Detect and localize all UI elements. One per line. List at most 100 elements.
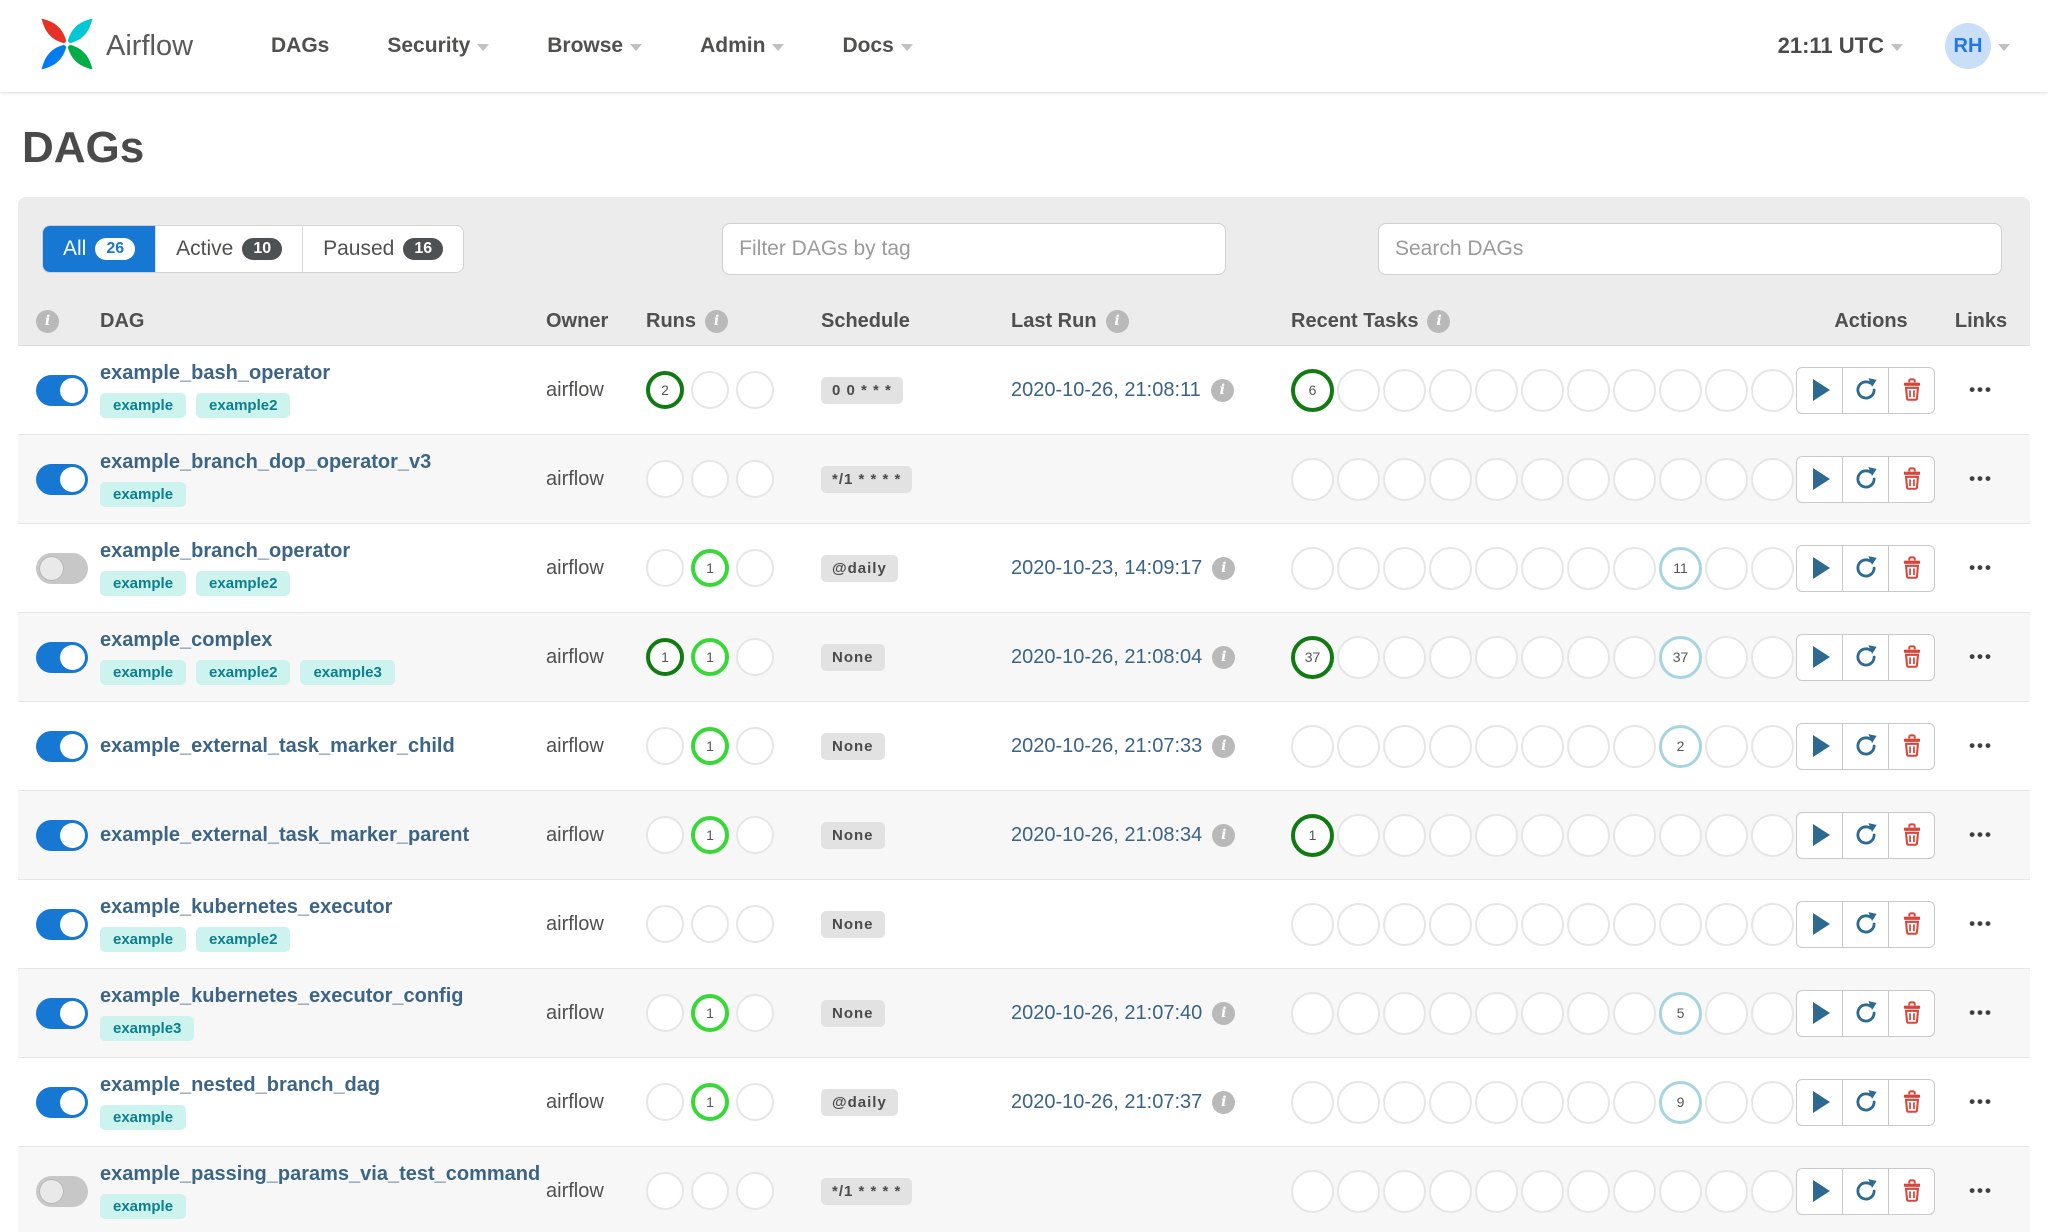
delete-dag-button[interactable] [1888,1078,1935,1126]
refresh-dag-button[interactable] [1842,1167,1889,1215]
pause-toggle[interactable] [36,463,88,495]
tag-filter-input[interactable] [722,223,1227,275]
pause-toggle[interactable] [36,1086,88,1118]
nav-item-browse[interactable]: Browse [547,34,643,58]
task-circle-none[interactable]: 11 [1659,546,1702,590]
links-menu-button[interactable]: ••• [1963,824,1999,846]
dag-tag[interactable]: example [100,1105,187,1130]
delete-dag-button[interactable] [1888,544,1935,592]
dag-tag[interactable]: example [100,571,187,596]
brand[interactable]: Airflow [38,15,193,78]
last-run-link[interactable]: 2020-10-26, 21:07:33 [1011,735,1202,758]
links-menu-button[interactable]: ••• [1963,1002,1999,1024]
run-circle-running[interactable]: 1 [691,1083,729,1121]
delete-dag-button[interactable] [1888,633,1935,681]
dag-link[interactable]: example_kubernetes_executor [100,896,392,918]
task-circle-none[interactable]: 9 [1659,1080,1702,1124]
task-circle-success[interactable]: 6 [1291,368,1334,412]
last-run-link[interactable]: 2020-10-26, 21:07:40 [1011,1002,1202,1025]
links-menu-button[interactable]: ••• [1963,557,1999,579]
delete-dag-button[interactable] [1888,811,1935,859]
dag-link[interactable]: example_external_task_marker_child [100,735,455,757]
dag-tag[interactable]: example [100,1194,187,1219]
refresh-dag-button[interactable] [1842,366,1889,414]
run-circle-running[interactable]: 1 [691,638,729,676]
nav-item-security[interactable]: Security [387,34,490,58]
dag-tag[interactable]: example2 [196,393,291,418]
task-circle-none[interactable]: 5 [1659,991,1702,1035]
last-run-link[interactable]: 2020-10-26, 21:08:04 [1011,646,1202,669]
trigger-dag-button[interactable] [1796,455,1843,503]
last-run-link[interactable]: 2020-10-26, 21:08:34 [1011,824,1202,847]
run-circle-success[interactable]: 1 [646,638,684,676]
dag-link[interactable]: example_passing_params_via_test_command [100,1163,540,1185]
links-menu-button[interactable]: ••• [1963,913,1999,935]
refresh-dag-button[interactable] [1842,811,1889,859]
trigger-dag-button[interactable] [1796,544,1843,592]
nav-item-docs[interactable]: Docs [842,34,913,58]
delete-dag-button[interactable] [1888,1167,1935,1215]
refresh-dag-button[interactable] [1842,633,1889,681]
delete-dag-button[interactable] [1888,989,1935,1037]
links-menu-button[interactable]: ••• [1963,468,1999,490]
tab-paused[interactable]: Paused 16 [302,226,464,272]
pause-toggle[interactable] [36,374,88,406]
trigger-dag-button[interactable] [1796,811,1843,859]
refresh-dag-button[interactable] [1842,544,1889,592]
refresh-dag-button[interactable] [1842,900,1889,948]
task-circle-none[interactable]: 2 [1659,724,1702,768]
trigger-dag-button[interactable] [1796,722,1843,770]
trigger-dag-button[interactable] [1796,366,1843,414]
dag-link[interactable]: example_branch_dop_operator_v3 [100,451,431,473]
dag-link[interactable]: example_bash_operator [100,362,330,384]
links-menu-button[interactable]: ••• [1963,735,1999,757]
nav-item-dags[interactable]: DAGs [271,34,329,58]
delete-dag-button[interactable] [1888,366,1935,414]
avatar[interactable]: RH [1945,23,1991,69]
search-input[interactable] [1378,223,2002,275]
pause-toggle[interactable] [36,908,88,940]
dag-tag[interactable]: example2 [196,927,291,952]
trigger-dag-button[interactable] [1796,900,1843,948]
dag-link[interactable]: example_complex [100,629,272,651]
dag-tag[interactable]: example3 [300,660,395,685]
dag-tag[interactable]: example [100,482,187,507]
task-circle-success[interactable]: 37 [1291,635,1334,679]
refresh-dag-button[interactable] [1842,722,1889,770]
links-menu-button[interactable]: ••• [1963,646,1999,668]
pause-toggle[interactable] [36,819,88,851]
delete-dag-button[interactable] [1888,722,1935,770]
refresh-dag-button[interactable] [1842,455,1889,503]
trigger-dag-button[interactable] [1796,633,1843,681]
run-circle-running[interactable]: 1 [691,994,729,1032]
tab-all[interactable]: All 26 [43,226,156,272]
user-menu[interactable]: RH [1945,23,2010,69]
utc-clock-dropdown[interactable]: 21:11 UTC [1778,33,1903,59]
pause-toggle[interactable] [36,552,88,584]
trigger-dag-button[interactable] [1796,1167,1843,1215]
run-circle-running[interactable]: 1 [691,727,729,765]
task-circle-none[interactable]: 37 [1659,635,1702,679]
trigger-dag-button[interactable] [1796,1078,1843,1126]
run-circle-success[interactable]: 2 [646,371,684,409]
refresh-dag-button[interactable] [1842,989,1889,1037]
run-circle-running[interactable]: 1 [691,549,729,587]
last-run-link[interactable]: 2020-10-23, 14:09:17 [1011,557,1202,580]
dag-tag[interactable]: example [100,393,187,418]
dag-link[interactable]: example_external_task_marker_parent [100,824,469,846]
dag-tag[interactable]: example2 [196,571,291,596]
dag-link[interactable]: example_nested_branch_dag [100,1074,380,1096]
dag-tag[interactable]: example [100,927,187,952]
run-circle-running[interactable]: 1 [691,816,729,854]
task-circle-success[interactable]: 1 [1291,813,1334,857]
dag-link[interactable]: example_kubernetes_executor_config [100,985,464,1007]
last-run-link[interactable]: 2020-10-26, 21:07:37 [1011,1091,1202,1114]
links-menu-button[interactable]: ••• [1963,1180,1999,1202]
dag-link[interactable]: example_branch_operator [100,540,350,562]
dag-tag[interactable]: example2 [196,660,291,685]
links-menu-button[interactable]: ••• [1963,379,1999,401]
pause-toggle[interactable] [36,997,88,1029]
delete-dag-button[interactable] [1888,455,1935,503]
tab-active[interactable]: Active 10 [155,226,303,272]
links-menu-button[interactable]: ••• [1963,1091,1999,1113]
